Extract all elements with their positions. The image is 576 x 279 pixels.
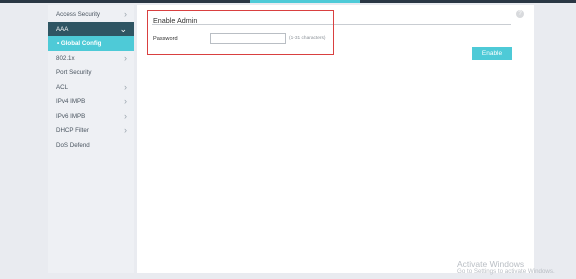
chevron-right-icon: ›	[124, 96, 127, 106]
activate-windows-subtitle: Go to Settings to activate Windows.	[457, 268, 555, 275]
sidebar-item-label: Access Security	[56, 11, 101, 18]
chevron-down-icon: ⌄	[119, 23, 127, 34]
sidebar-item-label: ACL	[56, 83, 69, 91]
sidebar-item-label: 802.1x	[56, 54, 75, 62]
sidebar-item-label: AAA	[56, 25, 69, 33]
sidebar-item-port-security[interactable]: Port Security	[48, 65, 134, 80]
enable-button[interactable]: Enable	[472, 47, 512, 60]
sidebar-item-label: DoS Defend	[56, 141, 90, 149]
sidebar-item-802-1x[interactable]: 802.1x ›	[48, 51, 134, 66]
chevron-right-icon: ›	[124, 9, 127, 19]
sidebar-item-ipv6-impb[interactable]: IPv6 IMPB ›	[48, 109, 134, 124]
sidebar-item-label: DHCP Filter	[56, 127, 89, 134]
help-icon[interactable]: ?	[516, 10, 524, 18]
password-input[interactable]	[210, 33, 286, 44]
chevron-right-icon: ›	[124, 81, 127, 92]
sidebar-item-acl[interactable]: ACL ›	[48, 80, 134, 95]
chevron-right-icon: ›	[124, 110, 127, 121]
sidebar-item-label: IPv6 IMPB	[56, 112, 86, 120]
section-title: Enable Admin	[153, 16, 198, 25]
chevron-right-icon: ›	[124, 52, 127, 63]
sidebar-item-label: • Global Config	[57, 40, 102, 47]
chevron-right-icon: ›	[124, 125, 127, 135]
sidebar-item-label: Port Security	[56, 69, 92, 76]
sidebar-item-global-config[interactable]: • Global Config	[48, 36, 134, 51]
sidebar-item-access-security[interactable]: Access Security ›	[48, 7, 134, 22]
password-hint: (1-31 characters)	[289, 36, 326, 41]
sidebar: Access Security › AAA ⌄ • Global Config …	[48, 5, 134, 273]
sidebar-item-ipv4-impb[interactable]: IPv4 IMPB ›	[48, 94, 134, 109]
sidebar-item-dhcp-filter[interactable]: DHCP Filter ›	[48, 123, 134, 138]
password-label: Password	[153, 36, 178, 42]
sidebar-item-aaa[interactable]: AAA ⌄	[48, 21, 134, 36]
sidebar-item-label: IPv4 IMPB	[56, 98, 86, 105]
sidebar-item-dos-defend[interactable]: DoS Defend	[48, 138, 134, 153]
